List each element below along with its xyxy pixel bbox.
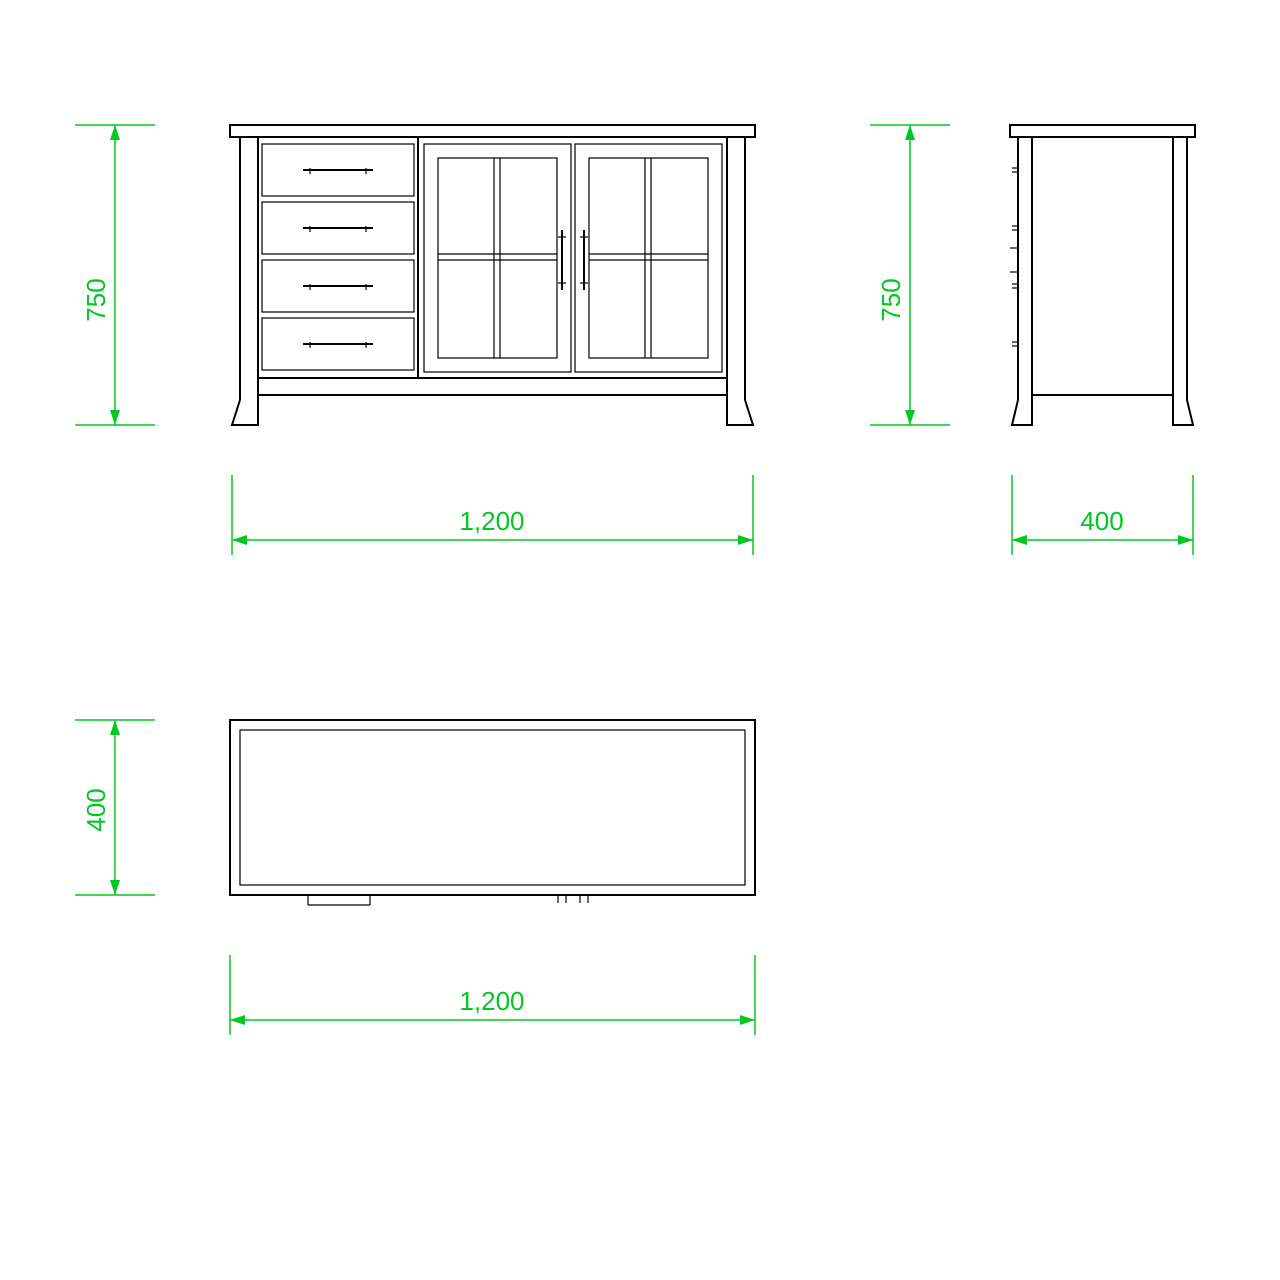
drawers: [262, 137, 418, 378]
dim-side-height: 750: [870, 125, 950, 425]
cabinet-front: [230, 125, 755, 425]
dim-top-height: 400: [75, 720, 155, 895]
dim-front-width-label: 1,200: [459, 506, 524, 536]
top-view: 400 1,200: [75, 720, 755, 1035]
front-view: 750: [75, 125, 755, 555]
drawer-handle-icon: [303, 342, 373, 348]
dim-side-width-label: 400: [1080, 506, 1123, 536]
drawing-canvas: 750: [0, 0, 1280, 1280]
dim-side-width: 400: [1012, 475, 1193, 555]
dim-top-width-label: 1,200: [459, 986, 524, 1016]
drawer-handle-icon: [303, 226, 373, 232]
cabinet-side: [1010, 125, 1195, 425]
glass-doors: [424, 144, 722, 372]
cabinet-top: [230, 720, 755, 905]
dim-front-height: 750: [75, 125, 155, 425]
dim-top-height-label: 400: [81, 788, 111, 831]
dim-front-height-label: 750: [81, 278, 111, 321]
drawer-handle-icon: [303, 168, 373, 174]
side-view: 750: [870, 125, 1195, 555]
dim-front-width: 1,200: [232, 475, 753, 555]
dim-top-width: 1,200: [230, 955, 755, 1035]
drawer-handle-icon: [303, 284, 373, 290]
dim-side-height-label: 750: [876, 278, 906, 321]
